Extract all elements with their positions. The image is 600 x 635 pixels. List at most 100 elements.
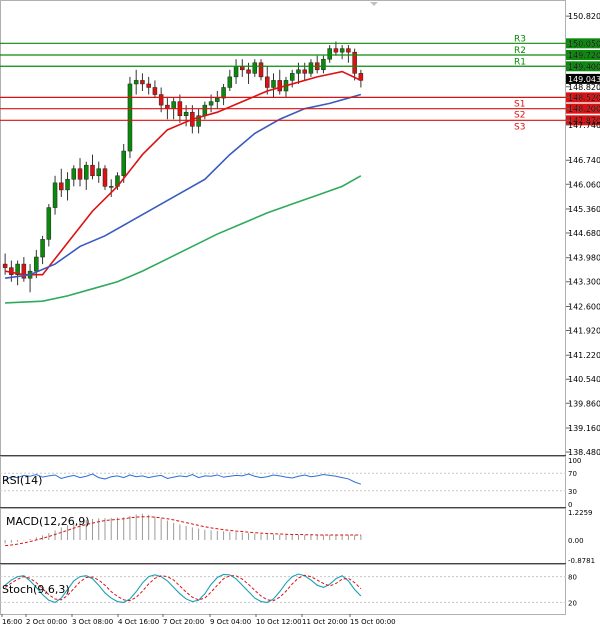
x-tick-label: 9 Oct 04:00 <box>210 618 251 626</box>
candle-body <box>302 69 307 74</box>
candle-body <box>327 48 332 60</box>
x-tick-label: 11 Oct 20:00 <box>302 618 348 626</box>
candle-body <box>102 168 108 187</box>
y-tick-label: 147.740 <box>568 121 600 130</box>
x-tick-label: 4 Oct 16:00 <box>118 618 159 626</box>
candle-body <box>271 80 276 88</box>
candle-body <box>158 94 164 106</box>
candle-body <box>265 76 270 88</box>
candle-body <box>121 150 126 177</box>
candle-body <box>90 164 95 177</box>
candle-body <box>34 256 39 272</box>
y-tick-label: 143.980 <box>568 254 600 263</box>
rsi-panel-frame <box>0 456 566 508</box>
x-tick-label: 16:00 <box>2 618 22 626</box>
candle-body <box>233 66 239 78</box>
x-tick-label: 7 Oct 20:00 <box>163 618 204 626</box>
candle-body <box>96 168 101 177</box>
moving-average-line <box>5 175 362 304</box>
candle-body <box>108 186 114 188</box>
y-tick-label: 150.820 <box>568 12 600 21</box>
candle-body <box>258 62 264 78</box>
candle-body <box>221 87 226 99</box>
candle-body <box>52 182 58 208</box>
rsi-tick-label: 30 <box>568 488 577 496</box>
candle-body <box>171 101 176 109</box>
y-tick-label: 143.300 <box>568 278 600 287</box>
main-panel-frame <box>0 0 566 456</box>
rsi-tick-label: 0 <box>568 501 572 509</box>
y-tick-label: 144.680 <box>568 229 600 238</box>
candle-body <box>84 164 89 180</box>
candle-body <box>146 83 151 88</box>
level-name: R2 <box>514 46 526 56</box>
rsi-tick-label: 100 <box>568 457 581 465</box>
y-tick-label: 139.860 <box>568 399 600 408</box>
y-tick-label: 148.820 <box>568 83 600 92</box>
candle-body <box>227 76 233 88</box>
candle-body <box>152 87 158 95</box>
rsi-tick-label: 70 <box>568 470 577 478</box>
current-price-label: 149.043 <box>568 75 600 84</box>
candle-body <box>321 58 326 71</box>
candle-body <box>215 97 220 102</box>
candle-body <box>308 62 314 74</box>
candle-body <box>333 48 339 53</box>
candle-body <box>246 69 251 74</box>
stoch-panel-frame <box>0 564 566 615</box>
y-tick-label: 150.050 <box>568 39 600 48</box>
macd-tick-label: -0.8781 <box>568 557 595 565</box>
y-tick-label: 141.920 <box>568 326 600 335</box>
y-tick-label: 140.540 <box>568 375 600 384</box>
candle-body <box>127 83 133 152</box>
stoch-tick-label: 80 <box>568 574 577 582</box>
candle-body <box>71 168 77 180</box>
candle-body <box>202 104 208 116</box>
y-tick-label: 141.220 <box>568 351 600 360</box>
candle-body <box>9 267 14 275</box>
candle-body <box>140 80 145 85</box>
y-tick-label: 149.400 <box>568 62 600 71</box>
stoch-title: Stoch(9,6,3) <box>2 583 70 596</box>
level-name: S3 <box>514 122 525 132</box>
x-tick-label: 2 Oct 00:00 <box>26 618 67 626</box>
candle-body <box>277 80 282 92</box>
candle-body <box>133 80 139 85</box>
rsi-title: RSI(14) <box>2 474 42 487</box>
macd-tick-label: 1.2259 <box>568 509 593 517</box>
y-tick-label: 139.160 <box>568 424 600 433</box>
forex-chart: R3 150.050 R2 149.720 R1 149.400 S1 148.520 S2 14… <box>0 0 600 631</box>
chart-canvas[interactable]: R3 150.050 R2 149.720 R1 149.400 S1 148.520 S2 14… <box>0 0 600 631</box>
y-tick-label: 149.720 <box>568 51 600 60</box>
candle-body <box>2 263 8 268</box>
candle-body <box>46 207 52 240</box>
y-tick-label: 142.600 <box>568 302 600 311</box>
candle-body <box>40 239 45 258</box>
macd-title: MACD(12,26,9) <box>6 515 90 528</box>
candle-body <box>77 168 83 180</box>
candle-body <box>252 62 258 74</box>
candle-body <box>289 73 295 81</box>
candle-body <box>296 69 301 74</box>
candle-body <box>183 111 189 116</box>
level-name: R3 <box>514 34 526 44</box>
candle-body <box>59 182 64 191</box>
x-tick-label: 10 Oct 12:00 <box>256 618 302 626</box>
candle-body <box>208 101 214 106</box>
candle-body <box>65 179 70 191</box>
y-tick-label: 146.060 <box>568 180 600 189</box>
y-tick-label: 148.520 <box>568 93 600 102</box>
x-tick-label: 15 Oct 00:00 <box>350 618 396 626</box>
moving-average-line <box>4 70 362 276</box>
level-name: R1 <box>514 57 526 67</box>
candle-body <box>346 48 351 53</box>
stoch-tick-label: 20 <box>568 599 577 607</box>
candle-body <box>339 48 345 53</box>
y-tick-label: 138.480 <box>568 448 600 457</box>
x-tick-label: 3 Oct 08:00 <box>72 618 113 626</box>
y-tick-label: 145.360 <box>568 205 600 214</box>
y-tick-label: 148.200 <box>568 105 600 114</box>
level-name: S2 <box>514 111 525 121</box>
shift-marker-icon[interactable] <box>370 2 378 6</box>
y-tick-label: 146.740 <box>568 156 600 165</box>
